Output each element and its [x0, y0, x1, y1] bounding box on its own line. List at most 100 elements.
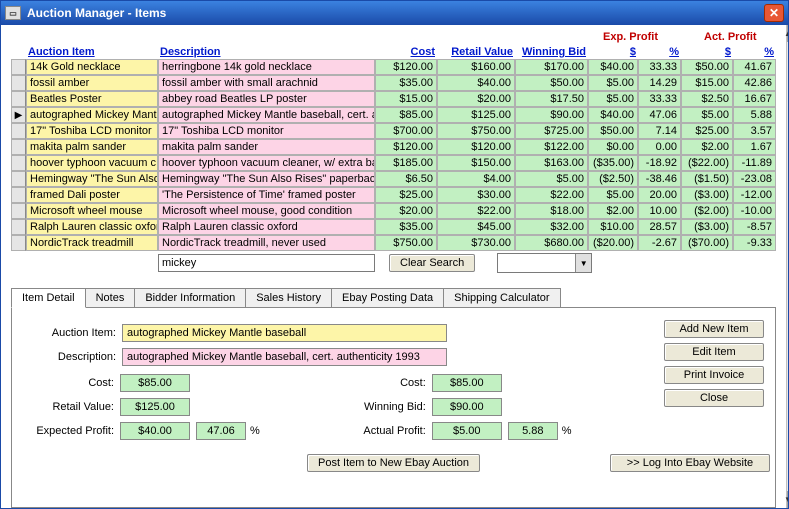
cell[interactable]: 28.57 [638, 219, 681, 235]
cell[interactable]: ($70.00) [681, 235, 733, 251]
cell[interactable]: $160.00 [437, 59, 515, 75]
cell[interactable]: 41.67 [733, 59, 776, 75]
cell[interactable]: Ralph Lauren classic oxfor [26, 219, 158, 235]
cell[interactable]: $2.00 [681, 139, 733, 155]
cell[interactable]: $32.00 [515, 219, 588, 235]
header-act-dollar[interactable]: $ [681, 45, 733, 59]
cell[interactable]: $163.00 [515, 155, 588, 171]
cell[interactable]: 1.67 [733, 139, 776, 155]
cell[interactable]: autographed Mickey Mantl [26, 107, 158, 123]
cell[interactable]: $750.00 [437, 123, 515, 139]
cell[interactable]: 47.06 [638, 107, 681, 123]
detail-retail[interactable]: $125.00 [120, 398, 190, 416]
row-selector[interactable] [11, 155, 26, 171]
cell[interactable]: -18.92 [638, 155, 681, 171]
cell[interactable]: framed Dali poster [26, 187, 158, 203]
cell[interactable]: Microsoft wheel mouse [26, 203, 158, 219]
cell[interactable]: fossil amber [26, 75, 158, 91]
cell[interactable]: 10.00 [638, 203, 681, 219]
row-selector[interactable] [11, 219, 26, 235]
header-exp-dollar[interactable]: $ [588, 45, 638, 59]
search-input[interactable] [158, 254, 375, 272]
table-row[interactable]: 17" Toshiba LCD monitor17" Toshiba LCD m… [11, 123, 776, 139]
header-retail[interactable]: Retail Value [437, 45, 515, 59]
cell[interactable]: fossil amber with small arachnid [158, 75, 375, 91]
cell[interactable]: Beatles Poster [26, 91, 158, 107]
cell[interactable]: -12.00 [733, 187, 776, 203]
cell[interactable]: $15.00 [681, 75, 733, 91]
header-cost[interactable]: Cost [375, 45, 437, 59]
vertical-scrollbar[interactable]: ▲ ▼ [786, 25, 788, 508]
tab-shipping-calculator[interactable]: Shipping Calculator [443, 288, 560, 307]
detail-cost[interactable]: $85.00 [120, 374, 190, 392]
cell[interactable]: makita palm sander [158, 139, 375, 155]
add-new-item-button[interactable]: Add New Item [664, 320, 764, 338]
cell[interactable]: -2.67 [638, 235, 681, 251]
header-exp-pct[interactable]: % [638, 45, 681, 59]
table-row[interactable]: framed Dali poster'The Persistence of Ti… [11, 187, 776, 203]
row-selector[interactable] [11, 203, 26, 219]
cell[interactable]: $2.00 [588, 203, 638, 219]
cell[interactable]: ($3.00) [681, 187, 733, 203]
cell[interactable]: Hemingway "The Sun Also Rises" paperback… [158, 171, 375, 187]
cell[interactable]: -38.46 [638, 171, 681, 187]
edit-item-button[interactable]: Edit Item [664, 343, 764, 361]
row-selector[interactable] [11, 59, 26, 75]
cell[interactable]: $5.00 [588, 91, 638, 107]
cell[interactable]: autographed Mickey Mantle baseball, cert… [158, 107, 375, 123]
cell[interactable]: $0.00 [588, 139, 638, 155]
cell[interactable]: $120.00 [375, 139, 437, 155]
tab-item-detail[interactable]: Item Detail [11, 288, 86, 308]
cell[interactable]: 7.14 [638, 123, 681, 139]
close-button[interactable]: Close [664, 389, 764, 407]
scroll-down-arrow[interactable]: ▼ [787, 491, 788, 508]
cell[interactable]: $5.00 [588, 187, 638, 203]
row-selector[interactable] [11, 123, 26, 139]
cell[interactable]: herringbone 14k gold necklace [158, 59, 375, 75]
cell[interactable]: ($35.00) [588, 155, 638, 171]
cell[interactable]: NordicTrack treadmill, never used [158, 235, 375, 251]
cell[interactable]: $30.00 [437, 187, 515, 203]
cell[interactable]: $120.00 [437, 139, 515, 155]
cell[interactable]: $122.00 [515, 139, 588, 155]
cell[interactable]: $25.00 [375, 187, 437, 203]
cell[interactable]: Ralph Lauren classic oxford [158, 219, 375, 235]
cell[interactable]: $90.00 [515, 107, 588, 123]
cell[interactable]: $40.00 [588, 107, 638, 123]
cell[interactable]: 5.88 [733, 107, 776, 123]
cell[interactable]: ($20.00) [588, 235, 638, 251]
cell[interactable]: $22.00 [515, 187, 588, 203]
cell[interactable]: -11.89 [733, 155, 776, 171]
header-winning-bid[interactable]: Winning Bid [515, 45, 588, 59]
table-row[interactable]: Ralph Lauren classic oxforRalph Lauren c… [11, 219, 776, 235]
clear-search-button[interactable]: Clear Search [389, 254, 475, 272]
cell[interactable]: $35.00 [375, 75, 437, 91]
row-selector[interactable] [11, 91, 26, 107]
table-row[interactable]: Beatles Posterabbey road Beatles LP post… [11, 91, 776, 107]
cell[interactable]: $5.00 [681, 107, 733, 123]
post-item-button[interactable]: Post Item to New Ebay Auction [307, 454, 480, 472]
cell[interactable]: 'The Persistence of Time' framed poster [158, 187, 375, 203]
cell[interactable]: $50.00 [588, 123, 638, 139]
table-row[interactable]: NordicTrack treadmillNordicTrack treadmi… [11, 235, 776, 251]
cell[interactable]: $85.00 [375, 107, 437, 123]
cell[interactable]: 42.86 [733, 75, 776, 91]
tab-notes[interactable]: Notes [85, 288, 136, 307]
cell[interactable]: $40.00 [588, 59, 638, 75]
cell[interactable]: $18.00 [515, 203, 588, 219]
row-selector[interactable] [11, 187, 26, 203]
cell[interactable]: $17.50 [515, 91, 588, 107]
log-into-ebay-button[interactable]: >> Log Into Ebay Website [610, 454, 770, 472]
table-row[interactable]: 14k Gold necklaceherringbone 14k gold ne… [11, 59, 776, 75]
print-invoice-button[interactable]: Print Invoice [664, 366, 764, 384]
cell[interactable]: 33.33 [638, 59, 681, 75]
cell[interactable]: $25.00 [681, 123, 733, 139]
cell[interactable]: $45.00 [437, 219, 515, 235]
cell[interactable]: 14.29 [638, 75, 681, 91]
table-row[interactable]: hoover typhoon vacuum choover typhoon va… [11, 155, 776, 171]
cell[interactable]: hoover typhoon vacuum cleaner, w/ extra … [158, 155, 375, 171]
cell[interactable]: ($2.00) [681, 203, 733, 219]
header-description[interactable]: Description [158, 45, 375, 59]
table-row[interactable]: Hemingway "The Sun AlsoHemingway "The Su… [11, 171, 776, 187]
cell[interactable]: $15.00 [375, 91, 437, 107]
